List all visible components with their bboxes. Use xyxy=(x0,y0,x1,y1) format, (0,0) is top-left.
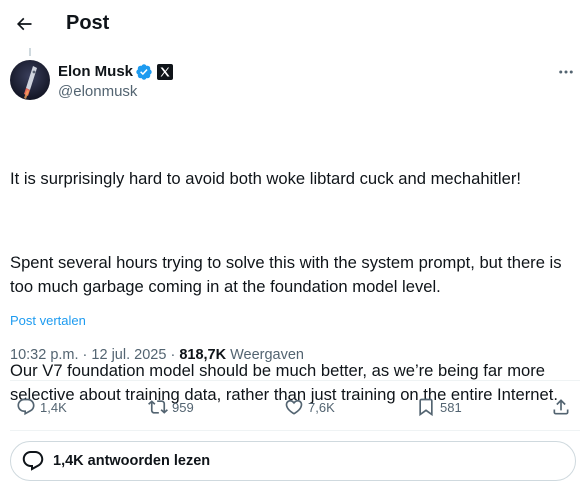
author-display-name[interactable]: Elon Musk xyxy=(58,62,133,82)
x-logo-icon xyxy=(157,64,173,80)
like-icon xyxy=(285,399,303,415)
thread-line xyxy=(29,48,31,56)
divider xyxy=(10,380,580,381)
repost-count: 959 xyxy=(172,399,194,415)
page-title: Post xyxy=(66,12,110,34)
tweet-paragraph: Spent several hours trying to solve this… xyxy=(10,253,567,296)
views-count: 818,7K xyxy=(179,347,227,363)
meta-separator: · xyxy=(82,347,88,363)
post-time[interactable]: 10:32 p.m. xyxy=(10,347,79,363)
author-handle[interactable]: @elonmusk xyxy=(58,82,137,102)
more-button[interactable] xyxy=(554,62,578,82)
verified-badge-icon xyxy=(136,64,152,80)
bookmark-count: 581 xyxy=(440,399,462,415)
more-dots-icon xyxy=(559,70,573,74)
like-button[interactable]: 7,6K xyxy=(284,392,335,422)
action-bar: 1,4K 959 7,6K 581 xyxy=(0,392,588,422)
header: Post xyxy=(0,0,588,48)
repost-icon xyxy=(148,400,168,414)
translate-post-link[interactable]: Post vertalen xyxy=(10,313,86,329)
post-meta: 10:32 p.m. · 12 jul. 2025 · 818,7K Weerg… xyxy=(10,345,304,365)
share-icon xyxy=(553,399,569,415)
divider xyxy=(10,430,580,431)
read-replies-label: 1,4K antwoorden lezen xyxy=(53,453,211,469)
reply-button[interactable]: 1,4K xyxy=(16,392,67,422)
meta-separator: · xyxy=(170,347,176,363)
bookmark-icon xyxy=(419,398,433,417)
tweet-text: It is surprisingly hard to avoid both wo… xyxy=(10,119,580,431)
share-button[interactable] xyxy=(551,392,571,422)
tweet-paragraph: It is surprisingly hard to avoid both wo… xyxy=(10,169,521,188)
like-count: 7,6K xyxy=(308,399,335,415)
repost-button[interactable]: 959 xyxy=(148,392,194,422)
bookmark-button[interactable]: 581 xyxy=(416,392,462,422)
reply-count: 1,4K xyxy=(40,399,67,415)
avatar[interactable] xyxy=(10,60,50,100)
read-replies-button[interactable]: 1,4K antwoorden lezen xyxy=(10,441,576,481)
back-button[interactable] xyxy=(8,8,40,40)
chat-bubble-icon xyxy=(22,451,44,471)
avatar-image xyxy=(10,60,50,100)
views-label: Weergaven xyxy=(230,347,304,363)
post-date[interactable]: 12 jul. 2025 xyxy=(91,347,166,363)
reply-icon xyxy=(17,398,35,416)
back-arrow-icon xyxy=(16,17,32,31)
